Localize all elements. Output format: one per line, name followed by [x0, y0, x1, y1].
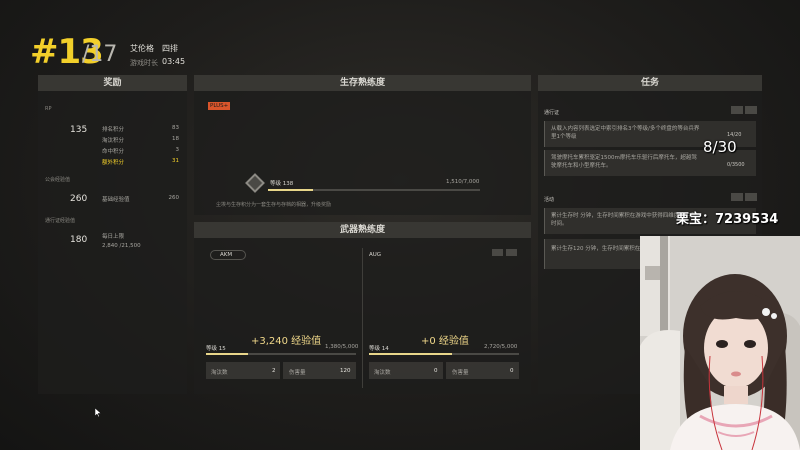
- task-group-2-icon-2: [745, 193, 757, 201]
- mouse-cursor-icon: [95, 408, 101, 417]
- survival-progress-fill: [268, 189, 313, 191]
- task-item-1-text: 从载入内容列表选定中索引排名3个等级/多个终盘的等台兵界里1个等级: [551, 126, 700, 140]
- weapon-1-exp: 1,380/5,000: [325, 344, 359, 350]
- rewards-title: 奖励: [38, 75, 187, 91]
- weapon-1-damage-value: 120: [340, 368, 351, 374]
- account-item-label: 基础经验值: [102, 197, 130, 203]
- webcam-overlay: [640, 236, 800, 450]
- survival-level-icon: [245, 173, 265, 193]
- streamer-portrait: [640, 236, 800, 450]
- weapon-title: 武器熟练度: [194, 222, 531, 238]
- time-value: 03:45: [162, 57, 186, 66]
- rp-item-0-value: 83: [172, 125, 179, 131]
- weapon-panel: 武器熟练度 AKM +3,240 经验值 等级 15 1,380/5,000 淘…: [194, 222, 531, 394]
- task-item-2-progress: 0/3500: [727, 162, 745, 168]
- rewards-panel: 奖励 RP 135 排名积分 83 淘汰积分 18 命中积分 3 额外积分 31…: [38, 75, 187, 394]
- rp-item-0-label: 排名积分: [102, 127, 125, 133]
- account-item-value: 260: [168, 195, 180, 201]
- weapon-1-exp-gain: +3,240 经验值: [251, 336, 322, 347]
- task-group-2-icon: [731, 193, 743, 201]
- weapon-2-exp-gain: +0 经验值: [421, 336, 469, 347]
- task-item-2-text: 驾驶摩托车累积驱定1500m摩托车乐驱行后摩托车，超越驾驶摩托车和小型摩托车。: [551, 155, 697, 169]
- survival-title: 生存熟练度: [194, 75, 531, 91]
- weapon-1-kills-label: 淘汰数: [211, 370, 228, 376]
- account-exp-value: 260: [70, 194, 88, 204]
- weapon-1-kills-value: 2: [272, 368, 276, 374]
- pass-exp-value: 180: [70, 235, 88, 245]
- total-teams: /17: [82, 42, 118, 67]
- streamer-id-label: 栗宝：7239534: [676, 212, 779, 227]
- weapon-2-name: AUG: [369, 252, 382, 258]
- tasks-title: 任务: [538, 75, 762, 91]
- survival-exp: 1,510/7,000: [446, 179, 480, 185]
- weapon-2-slot-icon-2: [506, 249, 517, 256]
- map-name: 艾伦格: [130, 44, 154, 53]
- rp-label: RP: [45, 106, 52, 112]
- weapon-1-slot-icon: [210, 250, 246, 260]
- rp-item-3-label: 额外积分: [102, 160, 125, 166]
- rp-value: 135: [70, 125, 88, 135]
- pass-item-label: 每日上限: [102, 234, 125, 240]
- weapon-2-kills-value: 0: [434, 368, 438, 374]
- weapon-divider: [362, 248, 363, 388]
- pass-exp-label: 通行证经验值: [45, 218, 76, 224]
- weapon-2-kills-label: 淘汰数: [374, 370, 391, 376]
- survival-level-label: 等级 138: [270, 181, 294, 187]
- squad-mode: 四排: [162, 44, 178, 53]
- weapon-2-damage-label: 伤害量: [452, 370, 469, 376]
- rp-item-3-value: 31: [172, 158, 179, 164]
- weapon-2-slot-icon: [492, 249, 503, 256]
- weapon-2-level: 等级 14: [369, 346, 389, 352]
- weapon-2-progress-fill: [369, 353, 452, 355]
- weapon-2-damage-value: 0: [510, 368, 514, 374]
- task-group-1-label: 通行证: [544, 110, 560, 116]
- weapon-1-damage-label: 伤害量: [289, 370, 306, 376]
- rp-item-2-value: 3: [175, 147, 180, 153]
- plus-badge: PLUS+: [208, 102, 231, 110]
- pass-item-value: 2,840 /21,500: [102, 243, 141, 249]
- weapon-1-progress-fill: [206, 353, 248, 355]
- task-group-1-icon-2: [745, 106, 757, 114]
- weapon-1-level: 等级 15: [206, 346, 226, 352]
- survival-panel: 生存熟练度 PLUS+ 等级 138 1,510/7,000 尘埃与生存积分为一…: [194, 75, 531, 215]
- weapon-2-exp: 2,720/5,000: [484, 344, 518, 350]
- survival-note: 尘埃与生存积分为一套生存与存档的相器，升级奖励: [216, 202, 332, 208]
- task-group-1-icon: [731, 106, 743, 114]
- task-group-2-label: 活动: [544, 197, 555, 203]
- time-label: 游戏时长: [130, 59, 158, 67]
- rp-item-2-label: 命中积分: [102, 149, 125, 155]
- account-exp-label: 公会经验值: [45, 177, 71, 183]
- rp-item-1-value: 18: [172, 136, 179, 142]
- overlay-progress-counter: 8/30: [703, 138, 737, 156]
- rp-item-1-label: 淘汰积分: [102, 138, 125, 144]
